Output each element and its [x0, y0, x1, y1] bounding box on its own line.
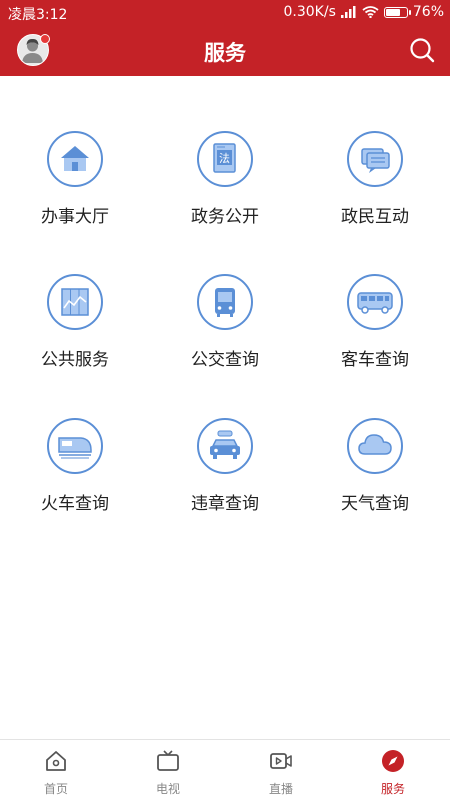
nav-label: 电视 — [155, 782, 180, 796]
home-icon — [46, 751, 66, 771]
service-item-interaction[interactable]: 政民互动 — [300, 131, 450, 241]
status-time: 凌晨3:12 — [8, 7, 68, 23]
service-label: 天气查询 — [341, 494, 409, 514]
chat-bubbles-icon — [347, 131, 403, 187]
bottom-nav: 首页 电视 直播 服务 — [0, 739, 450, 800]
svg-text:法: 法 — [219, 151, 230, 165]
nav-home[interactable]: 首页 — [0, 740, 112, 800]
chart-board-icon — [47, 274, 103, 330]
service-item-coach[interactable]: 客车查询 — [300, 274, 450, 384]
battery-icon — [383, 6, 411, 18]
service-label: 政务公开 — [191, 207, 259, 227]
nav-label: 服务 — [380, 782, 405, 796]
app-header: 服务 — [0, 26, 450, 76]
service-item-gov-affairs[interactable]: 法 政务公开 — [150, 131, 300, 241]
page-title: 服务 — [204, 41, 246, 65]
battery-percent: 76% — [412, 4, 444, 20]
traffic-car-icon — [197, 418, 253, 474]
service-label: 办事大厅 — [41, 207, 109, 227]
tv-icon — [157, 750, 179, 771]
signal-icon — [340, 6, 356, 18]
coach-bus-icon — [347, 274, 403, 330]
service-item-bus[interactable]: 公交查询 — [150, 274, 300, 384]
service-item-hall[interactable]: 办事大厅 — [0, 131, 150, 241]
service-item-weather[interactable]: 天气查询 — [300, 418, 450, 528]
wifi-icon — [362, 6, 379, 18]
nav-tv[interactable]: 电视 — [112, 740, 224, 800]
service-label: 政民互动 — [341, 207, 409, 227]
service-label: 公交查询 — [191, 350, 259, 370]
service-item-public[interactable]: 公共服务 — [0, 274, 150, 384]
video-icon — [270, 753, 292, 769]
service-label: 火车查询 — [41, 494, 109, 514]
service-label: 违章查询 — [191, 494, 259, 514]
status-right: 0.30K/s 76% — [284, 4, 445, 20]
compass-icon — [382, 750, 404, 772]
nav-label: 首页 — [43, 782, 68, 796]
nav-live[interactable]: 直播 — [225, 740, 337, 800]
network-speed: 0.30K/s — [283, 4, 336, 20]
nav-label: 直播 — [268, 782, 293, 796]
cloud-icon — [347, 418, 403, 474]
service-item-violation[interactable]: 违章查询 — [150, 418, 300, 528]
search-icon[interactable] — [408, 36, 436, 64]
service-label: 公共服务 — [41, 350, 109, 370]
status-bar: 凌晨3:12 0.30K/s 76% — [0, 0, 450, 26]
train-icon — [47, 418, 103, 474]
nav-service[interactable]: 服务 — [337, 740, 449, 800]
service-label: 客车查询 — [341, 350, 409, 370]
service-grid: 办事大厅 法 政务公开 政民互动 公共服务 公交查询 客车查询 火车查询 违章查… — [0, 76, 450, 738]
law-book-icon: 法 — [197, 131, 253, 187]
building-icon — [47, 131, 103, 187]
service-item-train[interactable]: 火车查询 — [0, 418, 150, 528]
bus-front-icon — [197, 274, 253, 330]
